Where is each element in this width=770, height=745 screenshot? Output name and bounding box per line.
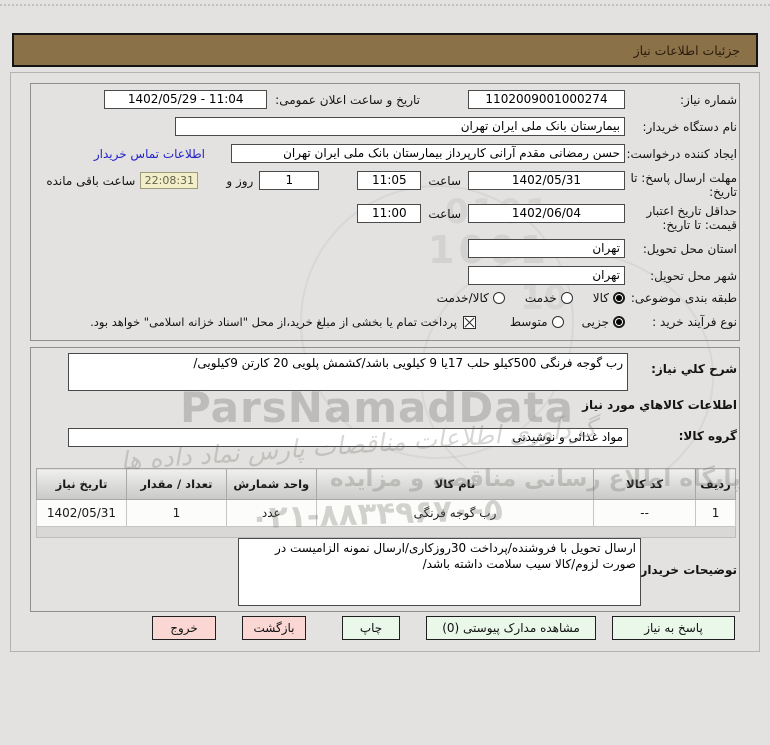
col-row-number: ردیف xyxy=(695,468,736,500)
announce-datetime-field[interactable]: 1402/05/29 - 11:04 xyxy=(104,90,268,109)
radio-medium-label: متوسط xyxy=(509,315,548,329)
reply-deadline-date-field[interactable]: 1402/05/31 xyxy=(468,171,625,190)
need-desc-text: رب گوجه فرنگی 500کیلو حلب 17یا 9 کیلویی … xyxy=(193,356,623,370)
reply-deadline-days-label: روز و xyxy=(226,174,254,188)
back-button[interactable]: بازگشت xyxy=(242,616,306,640)
price-validity-label: حداقل تاریخ اعتبار قیمت: تا تاریخ: xyxy=(646,204,737,232)
reply-deadline-time-field[interactable]: 11:05 xyxy=(357,171,422,190)
radio-goods-service-label: کالا/خدمت xyxy=(436,291,489,305)
need-number-label: شماره نیاز: xyxy=(680,92,737,107)
reply-to-need-button[interactable]: پاسخ به نیاز xyxy=(612,616,735,640)
goods-group-field[interactable]: مواد غذائی و نوشیدنی xyxy=(68,428,628,447)
treasury-checkbox[interactable] xyxy=(462,315,476,329)
reply-deadline-hour-label: ساعت xyxy=(428,174,461,188)
col-need-date: تاریخ نیاز xyxy=(36,468,127,500)
action-buttons: پاسخ به نیاز مشاهده مدارک پیوستی (0) چاپ… xyxy=(152,616,735,640)
purchase-type-label: نوع فرآیند خرید : xyxy=(652,315,737,329)
need-desc-label: شرح کلي نیاز: xyxy=(651,362,737,376)
radio-service[interactable] xyxy=(560,292,573,304)
cell-row-number: 1 xyxy=(695,499,736,527)
radio-goods-label: کالا xyxy=(592,291,609,305)
col-goods-code: کد کالا xyxy=(593,468,697,500)
subject-class-label: طبقه بندی موضوعی: xyxy=(630,291,737,305)
page-title: جزئیات اطلاعات نیاز xyxy=(633,42,740,58)
cell-goods-name: رب گوجه فرنگی xyxy=(315,499,595,527)
radio-partial-label: جزیی xyxy=(581,315,609,329)
page-title-bar: جزئیات اطلاعات نیاز xyxy=(12,33,758,67)
reply-deadline-days-field[interactable]: 1 xyxy=(259,171,320,190)
col-goods-name: نام کالا xyxy=(315,468,595,500)
radio-medium[interactable] xyxy=(551,316,564,328)
buyer-org-field[interactable]: بیمارستان بانک ملی ایران تهران xyxy=(175,117,625,136)
price-validity-time-field[interactable]: 11:00 xyxy=(357,204,422,223)
radio-service-label: خدمت xyxy=(524,291,557,305)
goods-table-row[interactable]: 1 -- رب گوجه فرنگی عدد 1 1402/05/31 xyxy=(36,499,736,527)
buyer-notes-field[interactable]: ارسال تحویل با فروشنده/پرداخت 30روزکاری/… xyxy=(238,538,641,606)
radio-goods-service[interactable] xyxy=(492,292,505,304)
announce-datetime-label: تاریخ و ساعت اعلان عمومی: xyxy=(275,92,420,107)
delivery-province-label: استان محل تحویل: xyxy=(642,241,737,256)
need-desc-field[interactable]: رب گوجه فرنگی 500کیلو حلب 17یا 9 کیلویی … xyxy=(68,353,628,391)
goods-section-header: اطلاعات کالاهاي مورد نیاز xyxy=(582,398,737,412)
request-creator-field[interactable]: حسن رمضانی مقدم آرانی کارپرداز بیمارستان… xyxy=(231,144,625,163)
exit-button[interactable]: خروج xyxy=(152,616,216,640)
print-button[interactable]: چاپ xyxy=(342,616,400,640)
buyer-contact-link[interactable]: اطلاعات تماس خریدار xyxy=(94,147,205,161)
need-number-field[interactable]: 1102009001000274 xyxy=(468,90,625,109)
goods-table-footer-strip xyxy=(36,526,736,538)
top-dotted-divider xyxy=(0,4,770,6)
buyer-notes-label: توضیحات خریدار: xyxy=(635,563,737,577)
hours-remaining-label: ساعت باقی مانده xyxy=(46,174,136,188)
price-validity-date-field[interactable]: 1402/06/04 xyxy=(468,204,625,223)
delivery-province-field[interactable]: تهران xyxy=(468,239,625,258)
treasury-checkbox-label: پرداخت تمام یا بخشی از مبلغ خرید،از محل … xyxy=(90,315,457,329)
reply-deadline-label: مهلت ارسال پاسخ: تا تاریخ: xyxy=(630,171,737,199)
goods-table: ردیف کد کالا نام کالا واحد شمارش تعداد /… xyxy=(36,468,736,538)
countdown-timer: 22:08:31 xyxy=(140,172,199,189)
cell-quantity: 1 xyxy=(126,499,227,527)
view-attachments-button[interactable]: مشاهده مدارک پیوستی (0) xyxy=(426,616,596,640)
request-creator-label: ایجاد کننده درخواست: xyxy=(626,146,737,161)
price-validity-hour-label: ساعت xyxy=(428,207,461,221)
goods-group-text: مواد غذائی و نوشیدنی xyxy=(512,430,623,444)
col-count-unit: واحد شمارش xyxy=(225,468,317,500)
radio-goods[interactable] xyxy=(613,292,625,304)
radio-partial[interactable] xyxy=(613,316,625,328)
cell-need-date: 1402/05/31 xyxy=(36,499,127,527)
delivery-city-label: شهر محل تحویل: xyxy=(650,268,737,283)
col-quantity: تعداد / مقدار xyxy=(126,468,227,500)
delivery-city-field[interactable]: تهران xyxy=(468,266,625,285)
goods-table-header-row: ردیف کد کالا نام کالا واحد شمارش تعداد /… xyxy=(36,468,736,500)
buyer-org-label: نام دستگاه خریدار: xyxy=(642,119,738,134)
buyer-notes-text: ارسال تحویل با فروشنده/پرداخت 30روزکاری/… xyxy=(275,541,636,571)
goods-group-label: گروه کالا: xyxy=(678,429,737,443)
cell-goods-code: -- xyxy=(593,499,697,527)
need-details-page: 0101 1001 10 جزئیات اطلاعات نیاز شماره ن… xyxy=(0,0,770,745)
cell-count-unit: عدد xyxy=(225,499,317,527)
